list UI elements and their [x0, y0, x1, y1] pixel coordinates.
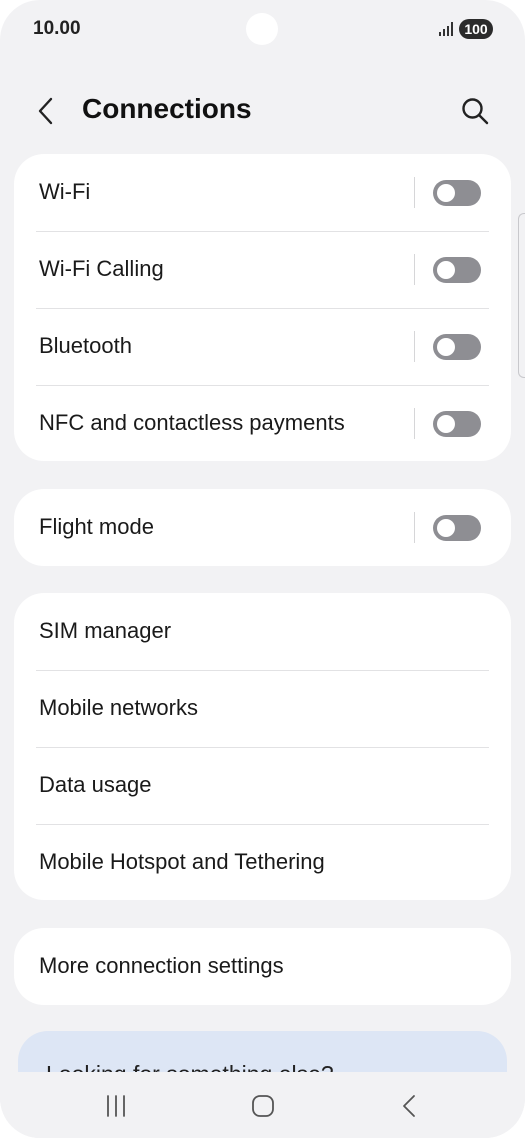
setting-label: More connection settings [39, 953, 284, 978]
bluetooth-toggle[interactable] [433, 334, 481, 360]
setting-label: Data usage [39, 772, 152, 797]
page-title: Connections [82, 93, 252, 124]
setting-row-data-usage[interactable]: Data usage [14, 747, 511, 824]
wireless-settings-card: Wi-Fi Wi-Fi Calling Bluetooth NFC and co… [14, 154, 511, 461]
toggle-knob [437, 184, 455, 202]
network-settings-card: SIM manager Mobile networks Data usage M… [14, 593, 511, 900]
back-icon[interactable] [395, 1091, 425, 1121]
camera-cutout [246, 13, 278, 45]
toggle-knob [437, 415, 455, 433]
navigation-bar [0, 1072, 525, 1138]
back-icon[interactable] [32, 96, 62, 126]
scroll-indicator[interactable] [518, 213, 525, 378]
setting-label: Wi-Fi [39, 179, 91, 204]
nfc-toggle[interactable] [433, 411, 481, 437]
recents-icon[interactable] [101, 1091, 131, 1121]
status-bar: 10.00 100 [0, 0, 525, 60]
app-header: Connections [0, 80, 525, 142]
setting-row-nfc[interactable]: NFC and contactless payments [14, 385, 511, 461]
toggle-knob [437, 338, 455, 356]
flight-mode-card: Flight mode [14, 489, 511, 566]
home-icon[interactable] [248, 1091, 278, 1121]
row-divider [414, 331, 415, 362]
row-divider [414, 254, 415, 285]
setting-label: Mobile Hotspot and Tethering [39, 849, 325, 874]
row-divider [414, 512, 415, 543]
toggle-knob [437, 261, 455, 279]
wifi-toggle[interactable] [433, 180, 481, 206]
setting-row-mobile-networks[interactable]: Mobile networks [14, 670, 511, 747]
setting-label: Wi-Fi Calling [39, 256, 164, 281]
setting-label: Bluetooth [39, 333, 132, 358]
more-settings-card: More connection settings [14, 928, 511, 1005]
wifi-calling-toggle[interactable] [433, 257, 481, 283]
setting-label: NFC and contactless payments [39, 410, 345, 435]
status-time: 10.00 [33, 18, 81, 39]
setting-row-more-connection-settings[interactable]: More connection settings [14, 928, 511, 1005]
setting-label: Flight mode [39, 514, 154, 539]
phone-screen: 10.00 100 Connections Wi-Fi Wi-Fi Callin… [0, 0, 525, 1138]
toggle-knob [437, 519, 455, 537]
setting-row-wifi[interactable]: Wi-Fi [14, 154, 511, 231]
setting-row-bluetooth[interactable]: Bluetooth [14, 308, 511, 385]
row-divider [414, 177, 415, 208]
setting-label: SIM manager [39, 618, 172, 643]
battery-level: 100 [459, 19, 493, 39]
setting-row-wifi-calling[interactable]: Wi-Fi Calling [14, 231, 511, 308]
setting-row-sim-manager[interactable]: SIM manager [14, 593, 511, 670]
setting-row-hotspot[interactable]: Mobile Hotspot and Tethering [14, 824, 511, 900]
setting-label: Mobile networks [39, 695, 198, 720]
flight-mode-toggle[interactable] [433, 515, 481, 541]
signal-icon [439, 22, 453, 36]
row-divider [414, 408, 415, 439]
search-icon[interactable] [460, 96, 490, 126]
setting-row-flight-mode[interactable]: Flight mode [14, 489, 511, 566]
